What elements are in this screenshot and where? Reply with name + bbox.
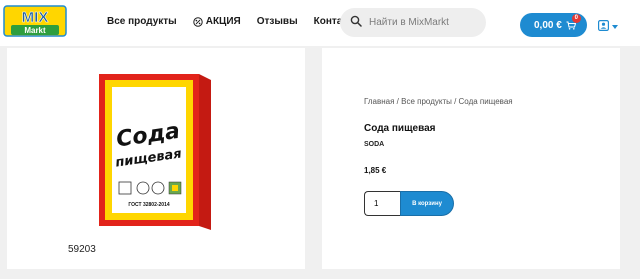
nav-sale-label: АКЦИЯ [205, 16, 241, 27]
search-input[interactable] [369, 17, 479, 28]
logo-text-mix: MIX [22, 9, 49, 26]
user-icon [598, 18, 610, 36]
nav-reviews[interactable]: Отзывы [257, 16, 298, 27]
search-icon[interactable] [350, 14, 362, 32]
logo-text-markt: Markt [24, 26, 46, 35]
breadcrumb-separator: / [451, 97, 459, 106]
breadcrumb-current: Сода пищевая [458, 97, 513, 106]
add-to-cart-button[interactable]: В корзину [400, 191, 454, 216]
percent-icon [193, 16, 203, 27]
cart-count-badge: 0 [571, 13, 581, 23]
quantity-input[interactable] [364, 191, 401, 216]
product-image[interactable]: Сода пищевая ГОСТ 32802-2014 [97, 70, 213, 232]
product-sku: 59203 [68, 244, 96, 255]
product-brand: SODA [364, 141, 385, 148]
chevron-down-icon [612, 25, 618, 29]
search-box [340, 8, 486, 37]
cart-icon: 0 [566, 13, 581, 30]
nav-reviews-label: Отзывы [256, 16, 298, 27]
breadcrumb-home[interactable]: Главная [364, 97, 394, 106]
product-image-card: Сода пищевая ГОСТ 32802-2014 59203 [7, 48, 305, 269]
breadcrumb-all-products[interactable]: Все продукты [401, 97, 452, 106]
nav-sale[interactable]: АКЦИЯ [193, 16, 241, 27]
product-price: 1,85 € [364, 166, 387, 175]
site-header: MIX Markt Все продукты АКЦИЯ Отзывы Конт… [0, 0, 640, 46]
cart-button[interactable]: 0,00 € 0 [520, 13, 587, 37]
mixmarkt-logo[interactable]: MIX Markt [3, 5, 67, 37]
product-title: Сода пищевая [364, 123, 436, 134]
package-standard-text: ГОСТ 32802-2014 [128, 202, 169, 208]
nav-all-products-label: Все продукты [107, 16, 177, 27]
product-details-card: Главная / Все продукты / Сода пищевая Со… [322, 48, 620, 269]
breadcrumb: Главная / Все продукты / Сода пищевая [364, 97, 513, 106]
account-menu[interactable] [598, 18, 618, 36]
nav-all-products[interactable]: Все продукты [107, 16, 177, 27]
main-nav: Все продукты АКЦИЯ Отзывы Контакты [107, 16, 377, 27]
cart-total: 0,00 € [534, 19, 562, 31]
